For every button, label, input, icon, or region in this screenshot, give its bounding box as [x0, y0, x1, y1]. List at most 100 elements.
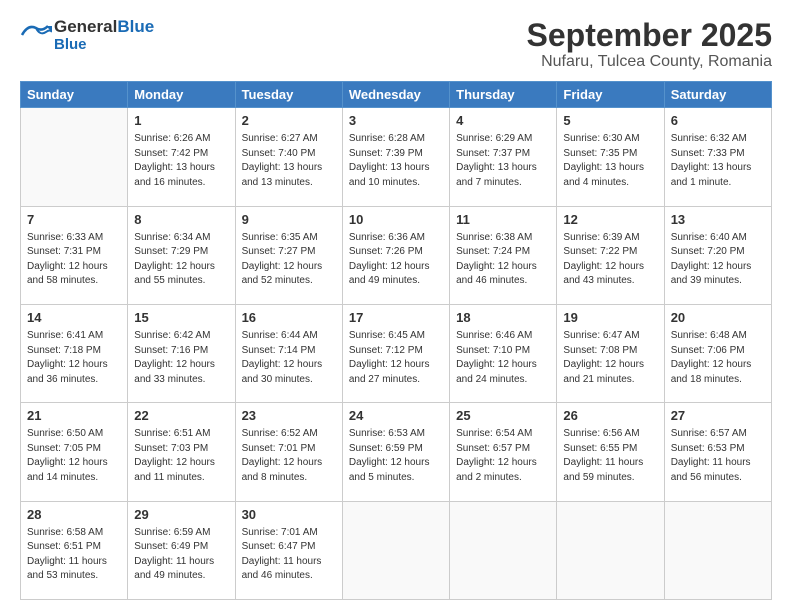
day-number: 27 [671, 407, 765, 425]
sunrise-text: Sunrise: 6:50 AM [27, 428, 103, 439]
day-detail: Sunrise: 6:40 AMSunset: 7:20 PMDaylight:… [671, 231, 765, 289]
title-block: September 2025 Nufaru, Tulcea County, Ro… [527, 18, 772, 71]
sunset-text: Sunset: 7:27 PM [242, 246, 316, 257]
sunrise-text: Sunrise: 6:36 AM [349, 232, 425, 243]
daylight-text: Daylight: 12 hours and 8 minutes. [242, 457, 323, 483]
sunrise-text: Sunrise: 6:35 AM [242, 232, 318, 243]
sunset-text: Sunset: 7:06 PM [671, 345, 745, 356]
day-detail: Sunrise: 6:52 AMSunset: 7:01 PMDaylight:… [242, 427, 336, 485]
page-subtitle: Nufaru, Tulcea County, Romania [527, 53, 772, 71]
logo-icon [20, 22, 52, 48]
day-detail: Sunrise: 6:36 AMSunset: 7:26 PMDaylight:… [349, 231, 443, 289]
table-row [21, 108, 128, 206]
day-detail: Sunrise: 6:57 AMSunset: 6:53 PMDaylight:… [671, 427, 765, 485]
daylight-text: Daylight: 12 hours and 11 minutes. [134, 457, 215, 483]
header-wednesday: Wednesday [342, 82, 449, 108]
daylight-text: Daylight: 13 hours and 4 minutes. [563, 162, 644, 188]
sunrise-text: Sunrise: 6:45 AM [349, 330, 425, 341]
sunset-text: Sunset: 7:24 PM [456, 246, 530, 257]
calendar-week-row: 1Sunrise: 6:26 AMSunset: 7:42 PMDaylight… [21, 108, 772, 206]
sunrise-text: Sunrise: 6:54 AM [456, 428, 532, 439]
day-detail: Sunrise: 6:30 AM Sunset: 7:35 PM Daylight:… [563, 132, 657, 190]
day-detail: Sunrise: 6:29 AMSunset: 7:37 PMDaylight:… [456, 132, 550, 190]
header: GeneralBlue Blue September 2025 Nufaru, … [20, 18, 772, 71]
day-detail: Sunrise: 6:47 AMSunset: 7:08 PMDaylight:… [563, 329, 657, 387]
day-detail: Sunrise: 6:53 AMSunset: 6:59 PMDaylight:… [349, 427, 443, 485]
header-sunday: Sunday [21, 82, 128, 108]
sunset-text: Sunset: 7:33 PM [671, 148, 745, 159]
table-row: 7Sunrise: 6:33 AMSunset: 7:31 PMDaylight… [21, 206, 128, 304]
sunset-text: Sunset: 7:40 PM [242, 148, 316, 159]
day-detail: Sunrise: 6:34 AMSunset: 7:29 PMDaylight:… [134, 231, 228, 289]
table-row [342, 501, 449, 599]
day-detail: Sunrise: 6:27 AMSunset: 7:40 PMDaylight:… [242, 132, 336, 190]
day-number: 20 [671, 309, 765, 327]
daylight-text: Daylight: 12 hours and 52 minutes. [242, 261, 323, 287]
day-detail: Sunrise: 6:28 AMSunset: 7:39 PMDaylight:… [349, 132, 443, 190]
sunrise-text: Sunrise: 6:53 AM [349, 428, 425, 439]
day-detail: Sunrise: 6:32 AMSunset: 7:33 PMDaylight:… [671, 132, 765, 190]
table-row: 21Sunrise: 6:50 AMSunset: 7:05 PMDayligh… [21, 403, 128, 501]
sunrise-text: Sunrise: 6:51 AM [134, 428, 210, 439]
daylight-text: Daylight: 13 hours and 16 minutes. [134, 162, 215, 188]
daylight-text: Daylight: 11 hours and 59 minutes. [563, 457, 643, 483]
day-number: 29 [134, 506, 228, 524]
day-number: 23 [242, 407, 336, 425]
table-row: 27 Sunrise: 6:57 AMSunset: 6:53 PMDayligh… [664, 403, 771, 501]
table-row: 3 Sunrise: 6:28 AMSunset: 7:39 PMDaylight… [342, 108, 449, 206]
table-row: 15Sunrise: 6:42 AMSunset: 7:16 PMDayligh… [128, 304, 235, 402]
table-row: 1Sunrise: 6:26 AMSunset: 7:42 PMDaylight… [128, 108, 235, 206]
table-row: 28Sunrise: 6:58 AMSunset: 6:51 PMDayligh… [21, 501, 128, 599]
table-row: 11Sunrise: 6:38 AMSunset: 7:24 PMDayligh… [450, 206, 557, 304]
logo-general: General [54, 17, 117, 36]
table-row [450, 501, 557, 599]
day-number: 9 [242, 211, 336, 229]
sunrise-text: Sunrise: 6:42 AM [134, 330, 210, 341]
page: GeneralBlue Blue September 2025 Nufaru, … [0, 0, 792, 612]
sunset-text: Sunset: 7:42 PM [134, 148, 208, 159]
daylight-text: Daylight: 13 hours and 1 minute. [671, 162, 752, 188]
table-row: 13 Sunrise: 6:40 AMSunset: 7:20 PMDayligh… [664, 206, 771, 304]
day-number: 4 [456, 112, 550, 130]
calendar-table: Sunday Monday Tuesday Wednesday Thursday… [20, 81, 772, 600]
table-row: 23 Sunrise: 6:52 AMSunset: 7:01 PMDayligh… [235, 403, 342, 501]
sunrise-text: Sunrise: 6:59 AM [134, 527, 210, 538]
sunset-text: Sunset: 7:35 PM [563, 148, 637, 159]
table-row: 9 Sunrise: 6:35 AM Sunset: 7:27 PM Daylight… [235, 206, 342, 304]
sunrise-text: Sunrise: 6:58 AM [27, 527, 103, 538]
day-detail: Sunrise: 7:01 AMSunset: 6:47 PMDaylight:… [242, 526, 336, 584]
header-monday: Monday [128, 82, 235, 108]
table-row: 8Sunrise: 6:34 AMSunset: 7:29 PMDaylight… [128, 206, 235, 304]
sunset-text: Sunset: 7:01 PM [242, 443, 316, 454]
sunrise-text: Sunrise: 6:48 AM [671, 330, 747, 341]
day-number: 3 [349, 112, 443, 130]
table-row: 4 Sunrise: 6:29 AMSunset: 7:37 PMDaylight… [450, 108, 557, 206]
day-detail: Sunrise: 6:35 AM Sunset: 7:27 PM Daylight:… [242, 231, 336, 289]
table-row: 19Sunrise: 6:47 AMSunset: 7:08 PMDayligh… [557, 304, 664, 402]
table-row: 10Sunrise: 6:36 AMSunset: 7:26 PMDayligh… [342, 206, 449, 304]
day-detail: Sunrise: 6:51 AMSunset: 7:03 PMDaylight:… [134, 427, 228, 485]
sunrise-text: Sunrise: 6:33 AM [27, 232, 103, 243]
table-row: 25 Sunrise: 6:54 AMSunset: 6:57 PMDayligh… [450, 403, 557, 501]
sunrise-text: Sunrise: 6:30 AM [563, 133, 639, 144]
day-detail: Sunrise: 6:33 AMSunset: 7:31 PMDaylight:… [27, 231, 121, 289]
day-number: 14 [27, 309, 121, 327]
sunset-text: Sunset: 7:10 PM [456, 345, 530, 356]
daylight-text: Daylight: 12 hours and 43 minutes. [563, 261, 644, 287]
daylight-text: Daylight: 12 hours and 55 minutes. [134, 261, 215, 287]
day-number: 15 [134, 309, 228, 327]
table-row: 2Sunrise: 6:27 AMSunset: 7:40 PMDaylight… [235, 108, 342, 206]
calendar-week-row: 28Sunrise: 6:58 AMSunset: 6:51 PMDayligh… [21, 501, 772, 599]
day-number: 25 [456, 407, 550, 425]
sunset-text: Sunset: 7:39 PM [349, 148, 423, 159]
daylight-text: Daylight: 12 hours and 21 minutes. [563, 359, 644, 385]
table-row: 24Sunrise: 6:53 AMSunset: 6:59 PMDayligh… [342, 403, 449, 501]
day-number: 13 [671, 211, 765, 229]
day-detail: Sunrise: 6:54 AMSunset: 6:57 PMDaylight:… [456, 427, 550, 485]
day-detail: Sunrise: 6:46 AMSunset: 7:10 PMDaylight:… [456, 329, 550, 387]
sunrise-text: Sunrise: 6:46 AM [456, 330, 532, 341]
day-number: 22 [134, 407, 228, 425]
daylight-text: Daylight: 12 hours and 49 minutes. [349, 261, 430, 287]
sunset-text: Sunset: 7:08 PM [563, 345, 637, 356]
sunrise-text: Sunrise: 6:41 AM [27, 330, 103, 341]
